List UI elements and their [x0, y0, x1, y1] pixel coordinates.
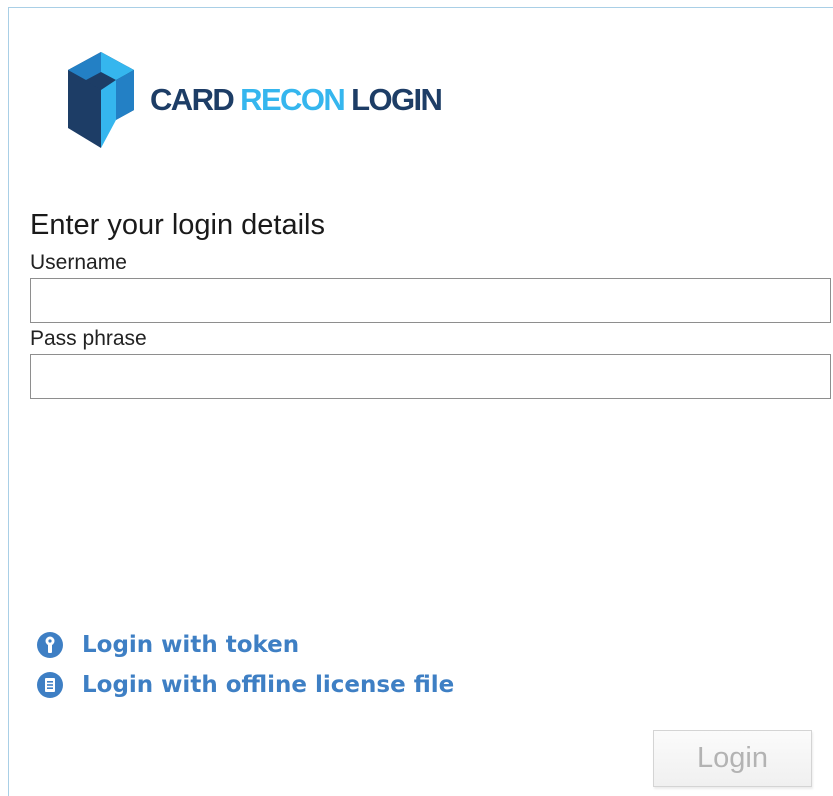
card-recon-logo-icon — [68, 52, 134, 148]
passphrase-field[interactable] — [30, 354, 831, 399]
document-icon — [37, 672, 63, 698]
login-window: CARD RECON LOGIN Enter your login detail… — [8, 7, 833, 796]
login-with-offline-license-label: Login with offline license file — [82, 672, 455, 698]
login-with-offline-license-link[interactable]: Login with offline license file — [36, 671, 454, 699]
passphrase-label: Pass phrase — [30, 327, 147, 350]
brand-word-login: LOGIN — [351, 82, 443, 117]
form-heading: Enter your login details — [30, 209, 325, 241]
brand-logo: CARD RECON LOGIN — [68, 52, 443, 148]
brand-wordmark: CARD RECON LOGIN — [150, 82, 443, 118]
login-with-token-label: Login with token — [82, 632, 300, 658]
login-with-token-link[interactable]: Login with token — [36, 631, 299, 659]
brand-word-recon: RECON — [240, 82, 346, 117]
key-icon — [37, 632, 63, 658]
login-button[interactable]: Login — [653, 730, 812, 787]
username-label: Username — [30, 251, 127, 274]
brand-word-card: CARD — [150, 82, 235, 117]
username-field[interactable] — [30, 278, 831, 323]
